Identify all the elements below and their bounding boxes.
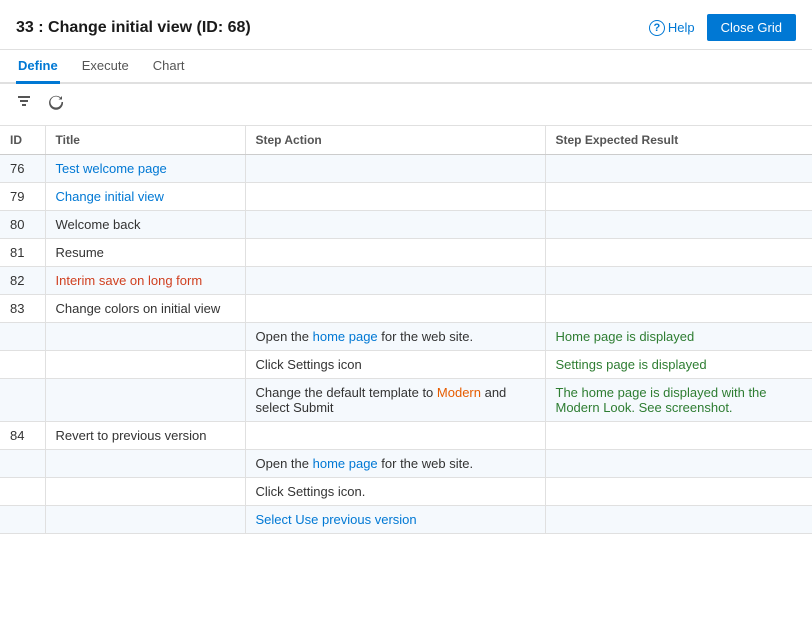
cell-step-expected bbox=[545, 211, 812, 239]
table-row: Click Settings icon. bbox=[0, 478, 812, 506]
table-row: 76Test welcome page bbox=[0, 155, 812, 183]
cell-id bbox=[0, 379, 45, 422]
cell-title: Change colors on initial view bbox=[45, 295, 245, 323]
table-container: ID Title Step Action Step Expected Resul… bbox=[0, 126, 812, 627]
cell-title bbox=[45, 450, 245, 478]
cell-title: Test welcome page bbox=[45, 155, 245, 183]
col-header-step-action: Step Action bbox=[245, 126, 545, 155]
table-row: 83Change colors on initial view bbox=[0, 295, 812, 323]
help-icon: ? bbox=[649, 20, 665, 36]
cell-id: 80 bbox=[0, 211, 45, 239]
refresh-button[interactable] bbox=[44, 92, 68, 117]
cell-step-action bbox=[245, 422, 545, 450]
col-header-step-expected: Step Expected Result bbox=[545, 126, 812, 155]
cell-title: Resume bbox=[45, 239, 245, 267]
cell-step-action bbox=[245, 183, 545, 211]
close-grid-button[interactable]: Close Grid bbox=[707, 14, 796, 41]
cell-title: Change initial view bbox=[45, 183, 245, 211]
cell-title bbox=[45, 478, 245, 506]
help-label: Help bbox=[668, 20, 695, 35]
table-row: 81Resume bbox=[0, 239, 812, 267]
table-row: Change the default template to Modern an… bbox=[0, 379, 812, 422]
cell-id: 76 bbox=[0, 155, 45, 183]
table-row: 79Change initial view bbox=[0, 183, 812, 211]
cell-step-expected bbox=[545, 295, 812, 323]
cell-title bbox=[45, 323, 245, 351]
cell-title: Welcome back bbox=[45, 211, 245, 239]
cell-step-expected: The home page is displayed with the Mode… bbox=[545, 379, 812, 422]
refresh-icon bbox=[48, 94, 64, 115]
cell-step-action bbox=[245, 239, 545, 267]
cell-step-action: Click Settings icon bbox=[245, 351, 545, 379]
cell-step-expected bbox=[545, 155, 812, 183]
table-row: Open the home page for the web site. bbox=[0, 450, 812, 478]
table-header-row: ID Title Step Action Step Expected Resul… bbox=[0, 126, 812, 155]
cell-step-action: Open the home page for the web site. bbox=[245, 323, 545, 351]
cell-step-action bbox=[245, 155, 545, 183]
cell-id: 83 bbox=[0, 295, 45, 323]
cell-step-expected bbox=[545, 267, 812, 295]
cell-id: 82 bbox=[0, 267, 45, 295]
cell-step-expected bbox=[545, 450, 812, 478]
cell-step-expected bbox=[545, 183, 812, 211]
cell-step-action: Select Use previous version bbox=[245, 506, 545, 534]
cell-step-expected: Settings page is displayed bbox=[545, 351, 812, 379]
cell-title bbox=[45, 379, 245, 422]
col-header-id: ID bbox=[0, 126, 45, 155]
cell-step-expected bbox=[545, 422, 812, 450]
table-row: 84Revert to previous version bbox=[0, 422, 812, 450]
page-title: 33 : Change initial view (ID: 68) bbox=[16, 19, 251, 37]
cell-step-action: Click Settings icon. bbox=[245, 478, 545, 506]
tabs: Define Execute Chart bbox=[0, 50, 812, 84]
cell-title bbox=[45, 351, 245, 379]
cell-id: 79 bbox=[0, 183, 45, 211]
tab-chart[interactable]: Chart bbox=[151, 50, 187, 84]
filter-icon bbox=[16, 94, 32, 115]
table-row: Select Use previous version bbox=[0, 506, 812, 534]
cell-id bbox=[0, 478, 45, 506]
tab-define[interactable]: Define bbox=[16, 50, 60, 84]
cell-step-expected: Home page is displayed bbox=[545, 323, 812, 351]
cell-step-expected bbox=[545, 478, 812, 506]
tab-execute[interactable]: Execute bbox=[80, 50, 131, 84]
cell-step-expected bbox=[545, 239, 812, 267]
help-link[interactable]: ? Help bbox=[649, 20, 695, 36]
cell-step-action bbox=[245, 211, 545, 239]
cell-step-action bbox=[245, 295, 545, 323]
cell-step-action: Change the default template to Modern an… bbox=[245, 379, 545, 422]
cell-step-expected bbox=[545, 506, 812, 534]
filter-button[interactable] bbox=[12, 92, 36, 117]
cell-id bbox=[0, 351, 45, 379]
cell-step-action bbox=[245, 267, 545, 295]
table-row: 82Interim save on long form bbox=[0, 267, 812, 295]
cell-title bbox=[45, 506, 245, 534]
cell-id bbox=[0, 506, 45, 534]
table-row: Click Settings iconSettings page is disp… bbox=[0, 351, 812, 379]
cell-title: Interim save on long form bbox=[45, 267, 245, 295]
header: 33 : Change initial view (ID: 68) ? Help… bbox=[0, 0, 812, 50]
toolbar bbox=[0, 84, 812, 126]
table-row: 80Welcome back bbox=[0, 211, 812, 239]
cell-id: 84 bbox=[0, 422, 45, 450]
cell-step-action: Open the home page for the web site. bbox=[245, 450, 545, 478]
col-header-title: Title bbox=[45, 126, 245, 155]
cell-id bbox=[0, 450, 45, 478]
cell-id bbox=[0, 323, 45, 351]
cell-title: Revert to previous version bbox=[45, 422, 245, 450]
cell-id: 81 bbox=[0, 239, 45, 267]
table-row: Open the home page for the web site.Home… bbox=[0, 323, 812, 351]
